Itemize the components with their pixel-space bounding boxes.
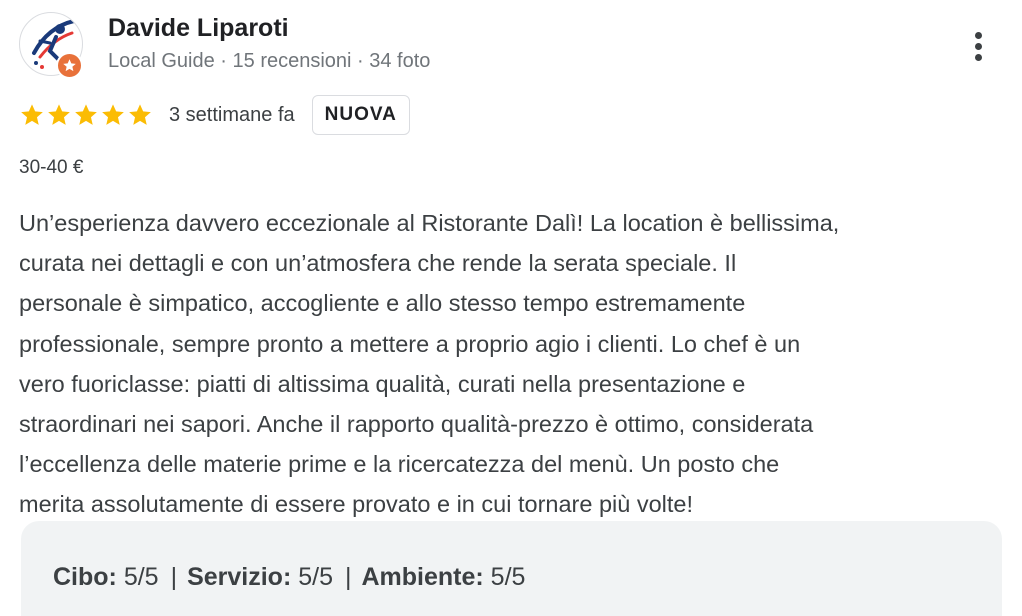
- review-card: Davide Liparoti Local Guide · 15 recensi…: [0, 0, 1022, 616]
- reviewer-meta: Local Guide · 15 recensioni · 34 foto: [108, 50, 431, 72]
- sub-rating-value: 5/5: [291, 563, 333, 591]
- sub-rating-value: 5/5: [116, 563, 159, 591]
- star-icon: [75, 104, 97, 125]
- sub-rating-item: Cibo: 5/5: [53, 563, 159, 591]
- sub-rating-item: Servizio: 5/5: [187, 563, 333, 591]
- review-text: Un’esperienza davvero eccezionale al Ris…: [19, 210, 840, 518]
- reviewer-avatar[interactable]: [19, 12, 83, 79]
- sub-rating-value: 5/5: [483, 563, 526, 591]
- sub-ratings-line: Cibo: 5/5 | Servizio: 5/5 | Ambiente: 5/5: [53, 563, 525, 592]
- sub-rating-item: Ambiente: 5/5: [361, 563, 525, 591]
- star-icon: [48, 104, 70, 125]
- sub-rating-label: Servizio:: [187, 563, 292, 591]
- price-range: 30-40 €: [19, 157, 84, 178]
- star-icon: [21, 104, 43, 125]
- sub-rating-label: Cibo:: [53, 563, 117, 591]
- rating-row: 3 settimane fa NUOVA: [19, 94, 410, 136]
- review-time: 3 settimane fa: [169, 103, 295, 126]
- separator: |: [170, 563, 178, 591]
- separator: |: [344, 563, 352, 591]
- more-vert-icon: [974, 31, 982, 39]
- reviewer-name[interactable]: Davide Liparoti: [108, 14, 289, 43]
- star-rating: [19, 102, 153, 128]
- more-options-button[interactable]: [958, 24, 998, 68]
- new-badge: NUOVA: [311, 95, 410, 135]
- more-vert-dot: [974, 42, 982, 50]
- star-icon: [129, 104, 151, 125]
- star-icon: [102, 104, 124, 125]
- more-vert-dot: [974, 53, 982, 61]
- sub-rating-label: Ambiente:: [361, 563, 484, 591]
- local-guide-star-icon: [56, 52, 83, 79]
- sub-ratings-panel: Cibo: 5/5 | Servizio: 5/5 | Ambiente: 5/5: [21, 521, 1002, 616]
